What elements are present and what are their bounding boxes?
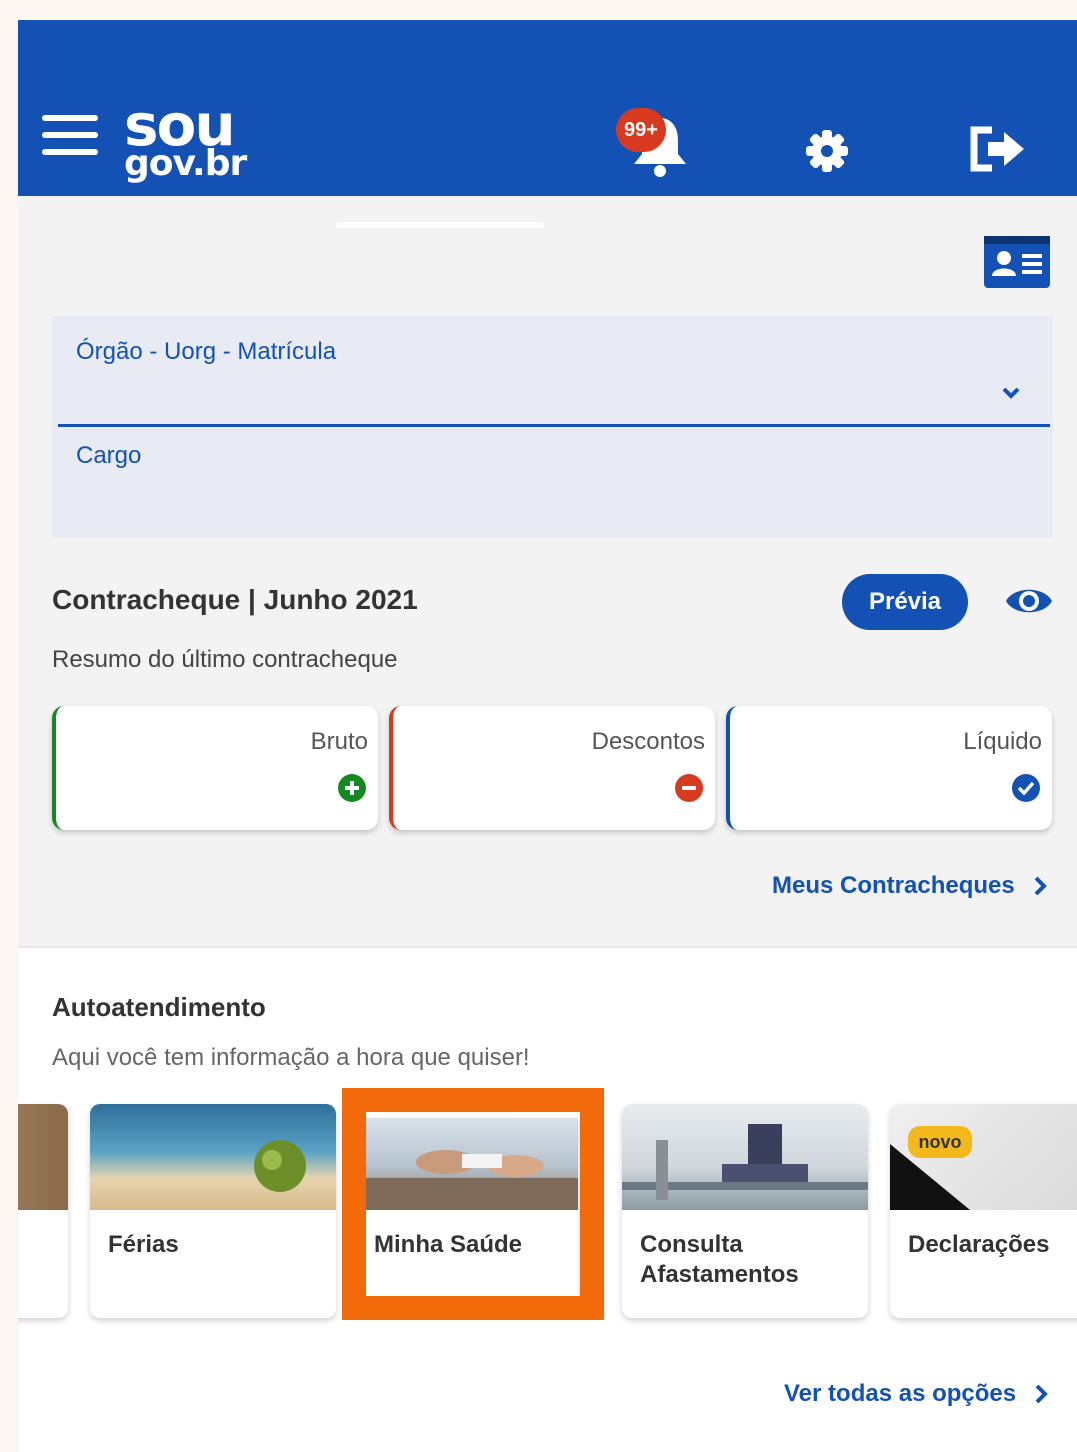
descontos-card[interactable]: Descontos	[389, 706, 715, 830]
beach-image	[90, 1104, 336, 1210]
novo-badge: novo	[908, 1126, 972, 1158]
chevron-down-icon[interactable]	[999, 380, 1023, 404]
chevron-right-icon	[1034, 876, 1047, 896]
id-card-icon[interactable]	[984, 236, 1050, 288]
chevron-right-icon	[1035, 1384, 1048, 1404]
orgao-select-label[interactable]: Órgão - Uorg - Matrícula	[76, 338, 336, 366]
service-title: Férias	[108, 1231, 179, 1258]
office-image	[622, 1104, 868, 1210]
service-title: Minha Saúde	[374, 1231, 523, 1258]
select-underline	[58, 424, 1050, 427]
autoatendimento-subtitle: Aqui você tem informação a hora que quis…	[52, 1044, 530, 1071]
ver-todas-label: Ver todas as opções	[784, 1380, 1017, 1407]
service-card-declaracoes[interactable]: novo Declarações	[890, 1104, 1077, 1318]
payslip-summary-cards: Bruto Descontos Líquido	[52, 706, 1053, 830]
meus-contracheques-label: Meus Contracheques	[772, 872, 1015, 899]
descontos-label: Descontos	[591, 728, 705, 755]
service-title: Declarações	[908, 1231, 1050, 1258]
bruto-label: Bruto	[310, 728, 368, 755]
hamburger-menu-icon[interactable]	[42, 115, 98, 159]
phone-screen: sou gov.br 99+ Órgão - Uorg - Matrícula …	[18, 20, 1077, 1452]
contracheque-subtitle: Resumo do último contracheque	[52, 646, 398, 673]
contracheque-title: Contracheque | Junho 2021	[52, 584, 418, 615]
doctor-image	[366, 1118, 578, 1210]
minus-circle-icon	[675, 774, 703, 802]
ver-todas-link[interactable]: Ver todas as opções	[784, 1380, 1048, 1408]
liquido-card[interactable]: Líquido	[726, 706, 1052, 830]
employment-form: Órgão - Uorg - Matrícula Cargo	[52, 316, 1053, 538]
service-card-consulta-afastamentos[interactable]: Consulta Afastamentos	[622, 1104, 868, 1318]
plus-circle-icon	[338, 774, 366, 802]
service-card-minha-saude[interactable]: Minha Saúde	[366, 1118, 578, 1298]
cargo-field-label: Cargo	[76, 442, 142, 469]
service-card-ferias[interactable]: Férias	[90, 1104, 336, 1318]
eye-icon[interactable]	[1004, 582, 1054, 620]
sougov-logo: sou gov.br	[124, 91, 247, 184]
autoatendimento-title: Autoatendimento	[52, 992, 266, 1022]
check-circle-icon	[1012, 774, 1040, 802]
autoatendimento-section: Autoatendimento Aqui você tem informação…	[18, 946, 1077, 1452]
service-card-previous[interactable]	[18, 1104, 68, 1318]
page-indicator	[336, 222, 544, 228]
liquido-label: Líquido	[963, 728, 1042, 755]
meus-contracheques-link[interactable]: Meus Contracheques	[772, 872, 1047, 900]
previa-button[interactable]: Prévia	[842, 574, 968, 630]
notification-badge: 99+	[616, 108, 666, 152]
service-title: Consulta Afastamentos	[640, 1231, 799, 1288]
gear-icon[interactable]	[804, 128, 850, 174]
bruto-card[interactable]: Bruto	[52, 706, 378, 830]
top-app-bar: sou gov.br 99+	[18, 20, 1077, 196]
logout-icon[interactable]	[968, 124, 1028, 174]
